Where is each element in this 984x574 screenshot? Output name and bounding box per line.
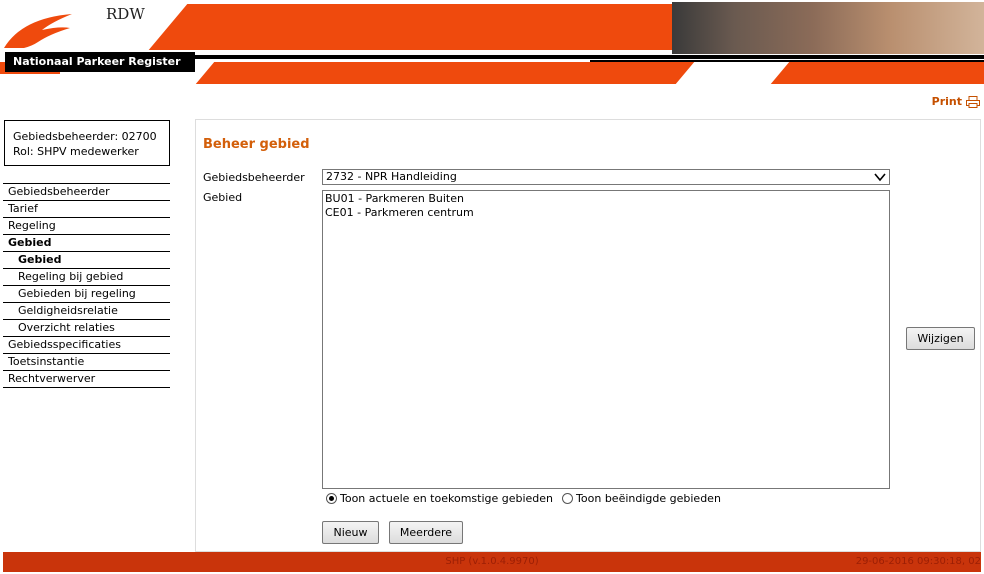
list-item[interactable]: BU01 - Parkmeren Buiten: [325, 192, 887, 206]
sidebar-subitem-gebieden-bij-regeling[interactable]: Gebieden bij regeling: [3, 285, 170, 302]
sidebar-item-regeling[interactable]: Regeling: [3, 217, 170, 234]
user-role: Rol: SHPV medewerker: [13, 145, 139, 158]
radio-current[interactable]: [326, 493, 337, 504]
header-line: [190, 55, 984, 59]
sidebar-item-tarief[interactable]: Tarief: [3, 200, 170, 217]
sidebar-item-gebied[interactable]: Gebied: [3, 234, 170, 251]
sidebar-subitem-gebied[interactable]: Gebied: [3, 251, 170, 268]
print-link[interactable]: Print: [932, 95, 980, 108]
gebied-filter: Toon actuele en toekomstige gebieden Too…: [326, 492, 721, 505]
header-photo: [672, 2, 984, 54]
print-label: Print: [931, 95, 962, 108]
sidebar-subitem-geldigheidsrelatie[interactable]: Geldigheidsrelatie: [3, 302, 170, 319]
header-stripe: [195, 62, 695, 84]
edit-button[interactable]: Wijzigen: [906, 327, 975, 350]
user-info: Gebiedsbeheerder: 02700 Rol: SHPV medewe…: [4, 120, 170, 166]
sidebar-item-toetsinstantie[interactable]: Toetsinstantie: [3, 353, 170, 370]
radio-ended-label: Toon beëindigde gebieden: [576, 492, 721, 505]
sidebar-nav: Gebiedsbeheerder Tarief Regeling Gebied …: [3, 183, 170, 388]
gebied-label: Gebied: [203, 191, 243, 204]
timestamp-text: 29-06-2016 09:30:18, 02: [855, 556, 981, 567]
version-text: SHP (v.1.0.4.9970): [445, 556, 539, 567]
page-title: Beheer gebied: [203, 137, 310, 152]
header-stripe: [770, 62, 984, 84]
user-beheerder: Gebiedsbeheerder: 02700: [13, 130, 157, 143]
list-item[interactable]: CE01 - Parkmeren centrum: [325, 206, 887, 220]
rdw-logo-icon: [4, 14, 72, 48]
footer-bar: SHP (v.1.0.4.9970) 29-06-2016 09:30:18, …: [3, 552, 981, 572]
chevron-down-icon: [874, 173, 886, 182]
printer-icon: [966, 95, 980, 108]
sidebar-subitem-overzicht-relaties[interactable]: Overzicht relaties: [3, 319, 170, 336]
sidebar-subitem-regeling-bij-gebied[interactable]: Regeling bij gebied: [3, 268, 170, 285]
site-title: Nationaal Parkeer Register: [5, 52, 195, 72]
sidebar-item-gebiedsbeheerder[interactable]: Gebiedsbeheerder: [3, 183, 170, 200]
sidebar-item-rechtverwerver[interactable]: Rechtverwerver: [3, 370, 170, 388]
new-button[interactable]: Nieuw: [322, 521, 379, 544]
header-line: [590, 60, 984, 62]
sidebar-item-gebiedsspecificaties[interactable]: Gebiedsspecificaties: [3, 336, 170, 353]
radio-ended[interactable]: [562, 493, 574, 504]
brand-name: RDW: [106, 5, 145, 23]
beheerder-label: Gebiedsbeheerder: [203, 171, 305, 184]
header-stripe: [148, 4, 728, 50]
multiple-button[interactable]: Meerdere: [389, 521, 463, 544]
beheerder-select[interactable]: 2732 - NPR Handleiding: [322, 169, 890, 185]
beheerder-selected-value: 2732 - NPR Handleiding: [326, 170, 457, 183]
header-banner: RDW Nationaal Parkeer Register: [0, 0, 984, 88]
radio-current-label: Toon actuele en toekomstige gebieden: [340, 492, 554, 505]
gebied-listbox[interactable]: BU01 - Parkmeren Buiten CE01 - Parkmeren…: [322, 190, 890, 489]
main-panel: Beheer gebied Gebiedsbeheerder 2732 - NP…: [195, 119, 981, 552]
